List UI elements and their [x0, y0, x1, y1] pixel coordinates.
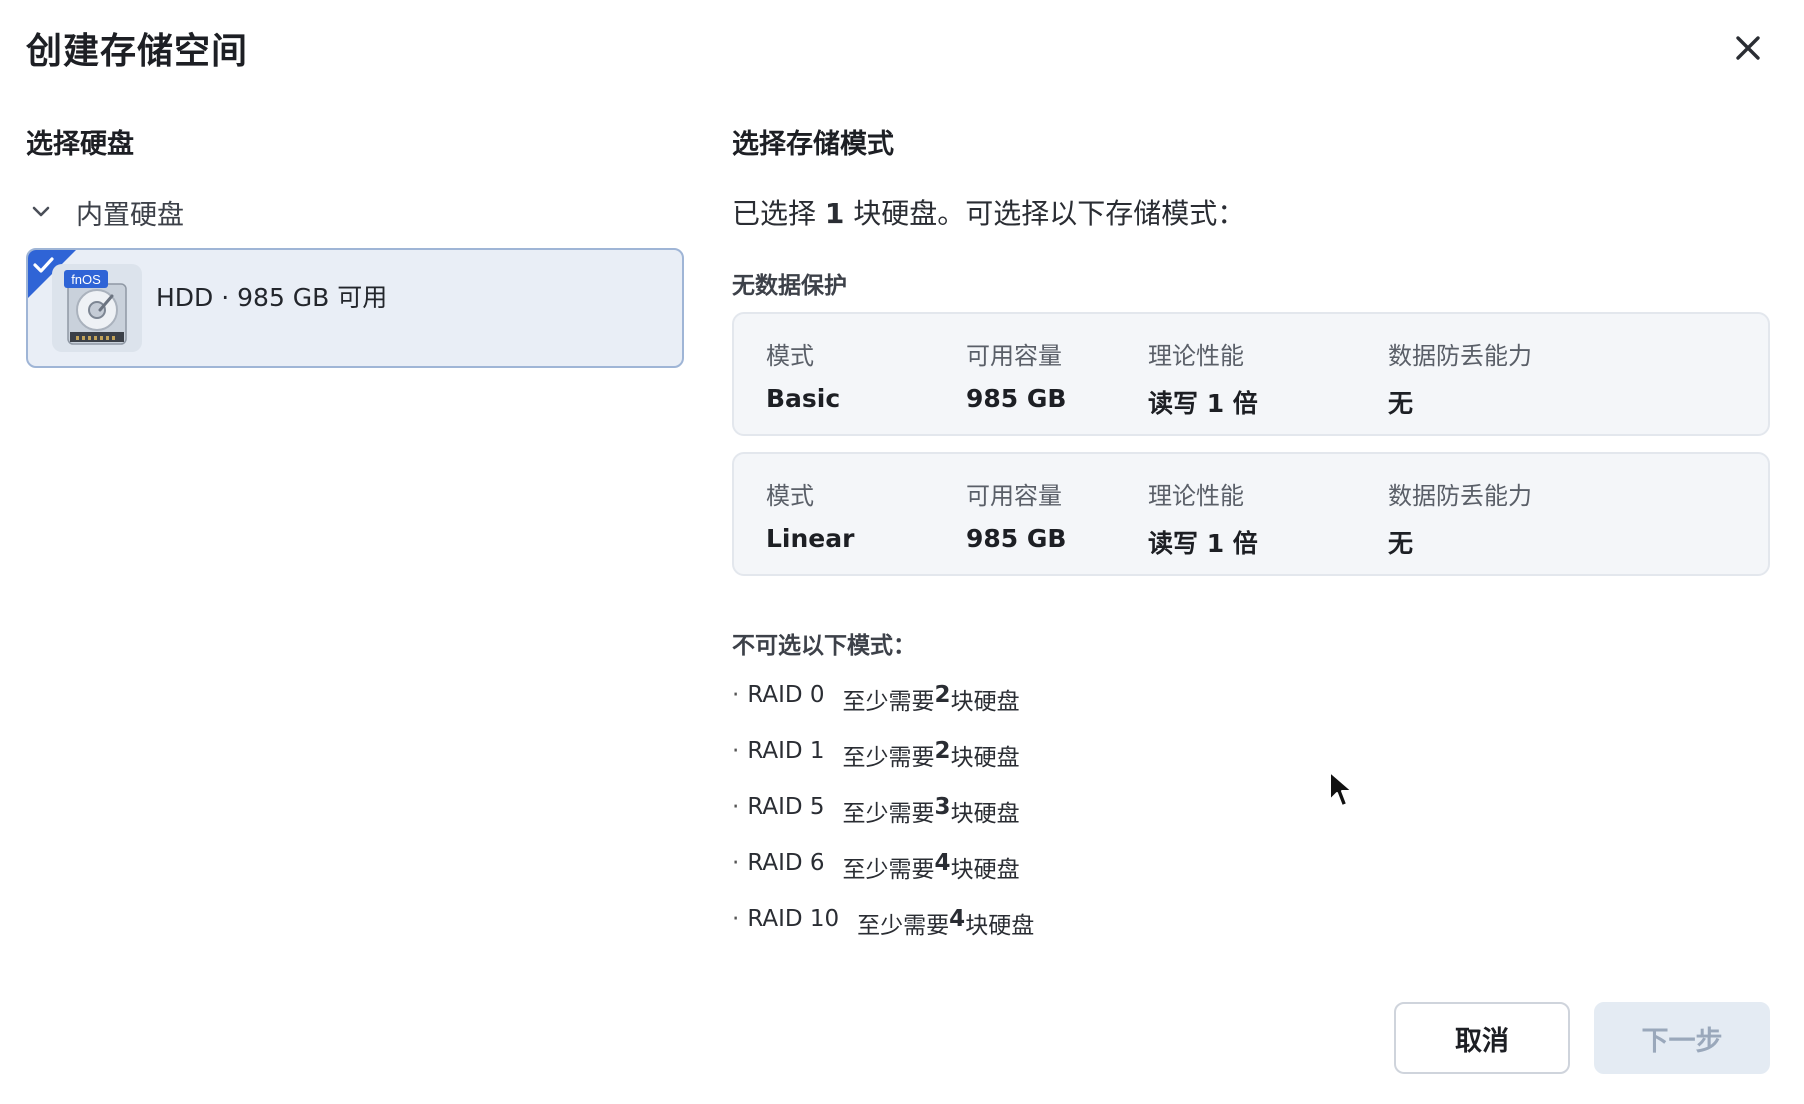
raid-name: RAID 10 — [747, 906, 840, 932]
selected-disk-count: 1 — [824, 197, 845, 230]
mode-option-basic[interactable]: 模式 可用容量 理论性能 数据防丢能力 Basic 985 GB 读写 1 倍 … — [732, 312, 1770, 436]
raid-name: RAID 5 — [747, 794, 825, 820]
internal-disk-group-label: 内置硬盘 — [76, 199, 184, 231]
mode-capacity: 985 GB — [966, 384, 1067, 413]
disk-label: HDD · 985 GB 可用 — [156, 283, 388, 312]
list-item: · RAID 6 至少需要 4 块硬盘 — [732, 850, 1020, 883]
fnos-badge: fnOS — [71, 272, 101, 287]
disk-option-hdd[interactable]: fnOS HDD · 985 GB 可用 — [26, 248, 684, 368]
unavailable-modes-list: · RAID 0 至少需要 2 块硬盘 · RAID 1 至少需要 2 块硬盘 … — [732, 682, 1034, 962]
mode-protection: 无 — [1388, 389, 1414, 418]
next-step-button[interactable]: 下一步 — [1594, 1002, 1770, 1074]
mode-option-linear[interactable]: 模式 可用容量 理论性能 数据防丢能力 Linear 985 GB 读写 1 倍… — [732, 452, 1770, 576]
header-protection: 数据防丢能力 — [1388, 342, 1532, 370]
raid-name: RAID 6 — [747, 850, 825, 876]
header-performance: 理论性能 — [1148, 342, 1244, 370]
select-disk-heading: 选择硬盘 — [26, 129, 134, 160]
hdd-icon: fnOS — [52, 264, 142, 352]
header-capacity: 可用容量 — [966, 342, 1062, 370]
create-storage-dialog: 创建存储空间 选择硬盘 内置硬盘 fnOS HDD · 985 GB 可用 选择… — [0, 0, 1804, 1104]
mode-performance: 读写 1 倍 — [1148, 389, 1258, 418]
mode-capacity: 985 GB — [966, 524, 1067, 553]
selection-summary: 已选择 1 块硬盘。可选择以下存储模式： — [732, 197, 1246, 230]
list-item: · RAID 1 至少需要 2 块硬盘 — [732, 738, 1020, 771]
mouse-cursor-icon — [1329, 771, 1353, 807]
list-item: · RAID 10 至少需要 4 块硬盘 — [732, 906, 1035, 939]
raid-name: RAID 1 — [747, 738, 825, 764]
cancel-button[interactable]: 取消 — [1394, 1002, 1570, 1074]
internal-disk-group-toggle[interactable]: 内置硬盘 — [26, 192, 184, 232]
list-item: · RAID 5 至少需要 3 块硬盘 — [732, 794, 1020, 827]
list-item: · RAID 0 至少需要 2 块硬盘 — [732, 682, 1020, 715]
raid-name: RAID 0 — [747, 682, 825, 708]
dialog-title: 创建存储空间 — [26, 31, 249, 72]
header-protection: 数据防丢能力 — [1388, 482, 1532, 510]
no-protection-heading: 无数据保护 — [732, 273, 847, 299]
close-button[interactable] — [1726, 26, 1770, 70]
mode-performance: 读写 1 倍 — [1148, 529, 1258, 558]
mode-name: Basic — [766, 384, 841, 413]
unavailable-modes-heading: 不可选以下模式： — [732, 633, 916, 659]
header-mode: 模式 — [766, 482, 814, 510]
header-mode: 模式 — [766, 342, 814, 370]
select-mode-heading: 选择存储模式 — [732, 129, 894, 160]
chevron-down-icon — [26, 197, 56, 227]
mode-name: Linear — [766, 524, 855, 553]
mode-protection: 无 — [1388, 529, 1414, 558]
close-icon — [1736, 36, 1760, 60]
header-performance: 理论性能 — [1148, 482, 1244, 510]
header-capacity: 可用容量 — [966, 482, 1062, 510]
